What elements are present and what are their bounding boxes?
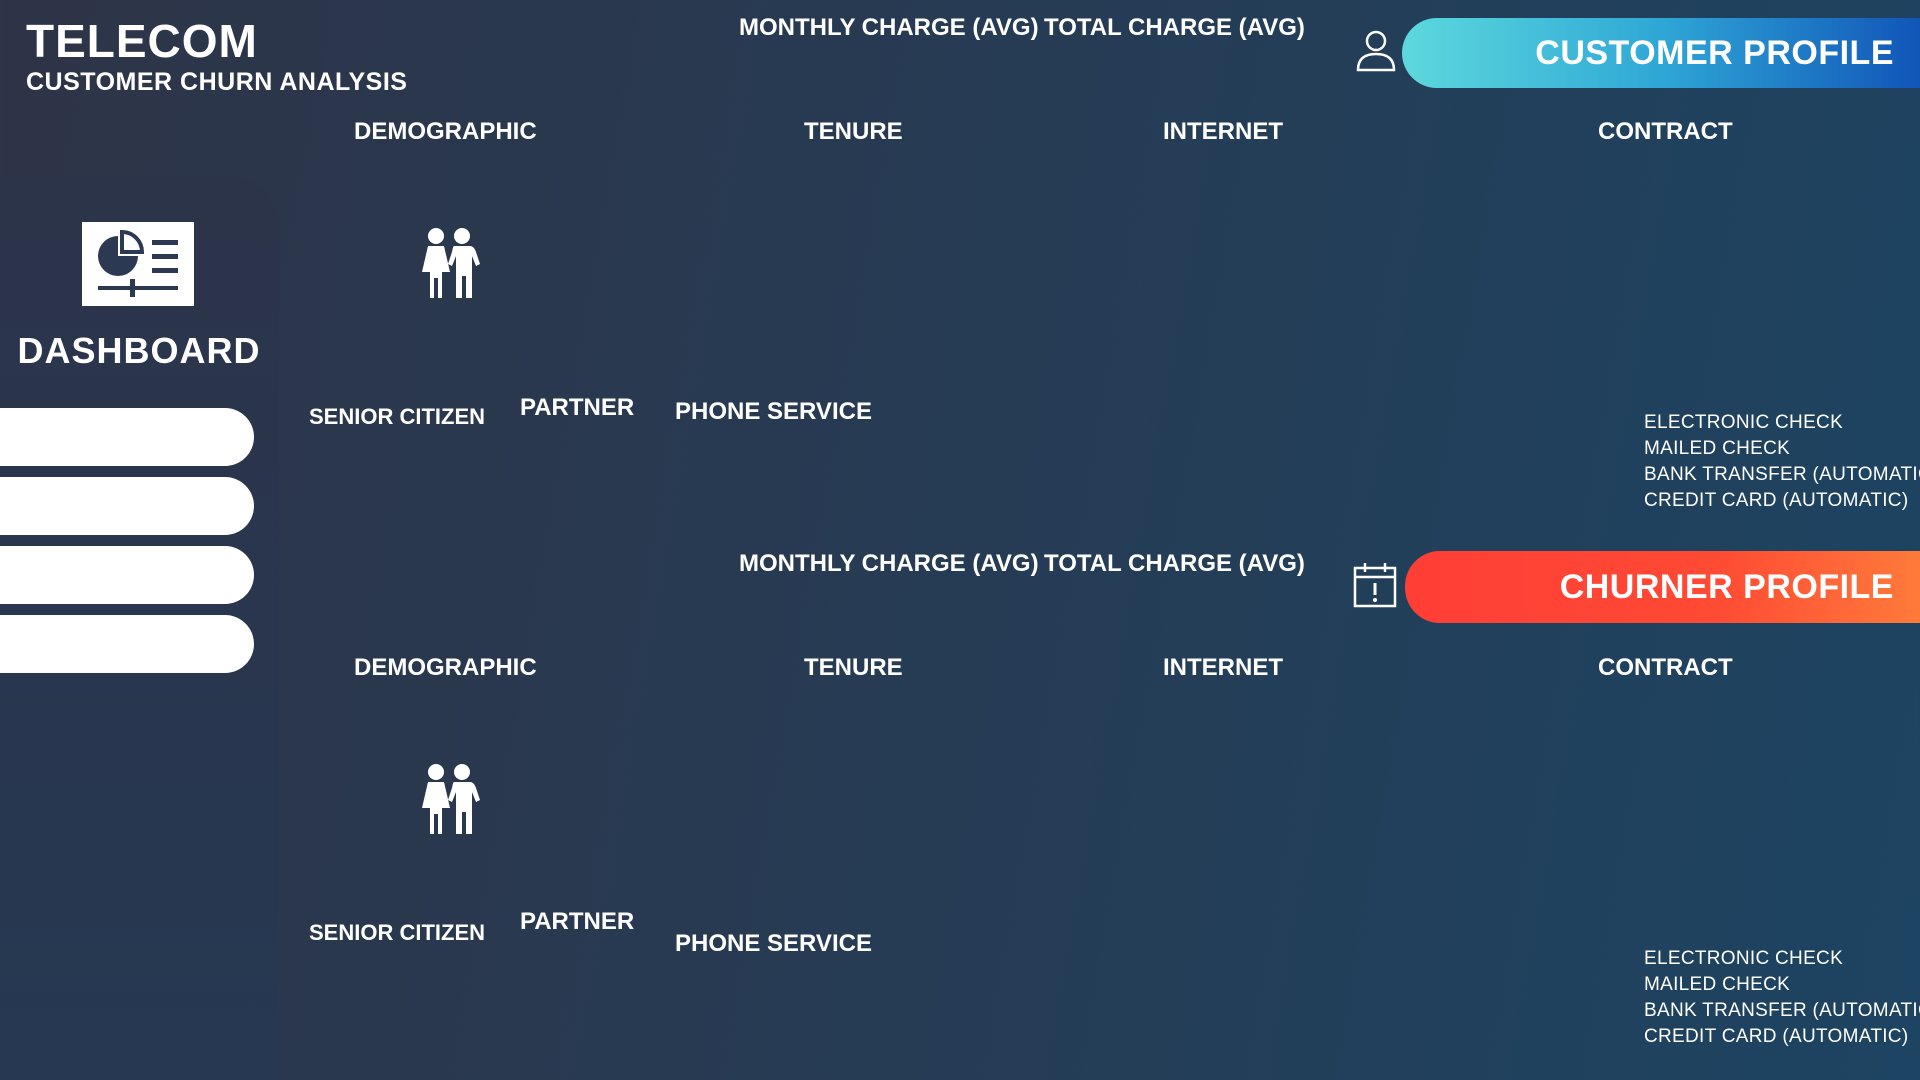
customer-internet-label: INTERNET (1163, 118, 1283, 145)
legend-item: CREDIT CARD (AUTOMATIC) (1644, 490, 1909, 511)
customer-partner-label: PARTNER (520, 394, 635, 421)
churner-demographic-label: DEMOGRAPHIC (354, 654, 537, 681)
legend-item: ELECTRONIC CHECK (1644, 412, 1844, 433)
churner-tenure-label: TENURE (804, 654, 903, 681)
dashboard-chart-icon (82, 222, 194, 306)
app-subtitle: CUSTOMER CHURN ANALYSIS (26, 68, 408, 96)
user-icon (1354, 28, 1398, 74)
legend-item: BANK TRANSFER (AUTOMATIC) (1644, 1000, 1920, 1021)
churner-internet-label: INTERNET (1163, 654, 1283, 681)
customer-contract-label: CONTRACT (1598, 118, 1733, 145)
legend-item: BANK TRANSFER (AUTOMATIC) (1644, 464, 1920, 485)
churner-monthly-charge-label: MONTHLY CHARGE (AVG) (739, 550, 1039, 577)
churner-phone-service-label: PHONE SERVICE (675, 930, 872, 957)
calendar-alert-icon (1352, 561, 1398, 609)
churner-partner-label: PARTNER (520, 908, 635, 935)
legend-item: MAILED CHECK (1644, 974, 1791, 995)
customer-tenure-label: TENURE (804, 118, 903, 145)
customer-senior-citizen-label: SENIOR CITIZEN (309, 404, 486, 429)
nav-button-1[interactable] (0, 408, 254, 466)
nav-button-3[interactable] (0, 546, 254, 604)
nav-button-2[interactable] (0, 477, 254, 535)
legend-item: ELECTRONIC CHECK (1644, 948, 1844, 969)
customer-profile-banner: CUSTOMER PROFILE (1402, 18, 1920, 88)
churner-contract-label: CONTRACT (1598, 654, 1733, 681)
legend-item: MAILED CHECK (1644, 438, 1791, 459)
customer-monthly-charge-label: MONTHLY CHARGE (AVG) (739, 14, 1039, 41)
customer-demographic-label: DEMOGRAPHIC (354, 118, 537, 145)
churner-total-charge-label: TOTAL CHARGE (AVG) (1044, 550, 1305, 577)
legend-item: CREDIT CARD (AUTOMATIC) (1644, 1026, 1909, 1047)
churner-profile-banner: CHURNER PROFILE (1405, 551, 1920, 623)
people-icon (414, 226, 486, 300)
customer-payment-methods-legend: ELECTRONIC CHECK MAILED CHECK BANK TRANS… (1644, 410, 1920, 514)
churner-profile-label: CHURNER PROFILE (1559, 567, 1894, 606)
nav-button-4[interactable] (0, 615, 254, 673)
churner-senior-citizen-label: SENIOR CITIZEN (309, 920, 486, 945)
people-icon (414, 762, 486, 836)
customer-total-charge-label: TOTAL CHARGE (AVG) (1044, 14, 1305, 41)
customer-phone-service-label: PHONE SERVICE (675, 398, 872, 425)
app-title: TELECOM (26, 15, 258, 67)
churner-payment-methods-legend: ELECTRONIC CHECK MAILED CHECK BANK TRANS… (1644, 946, 1920, 1050)
dashboard-label: DASHBOARD (17, 330, 261, 371)
customer-profile-label: CUSTOMER PROFILE (1535, 33, 1894, 72)
